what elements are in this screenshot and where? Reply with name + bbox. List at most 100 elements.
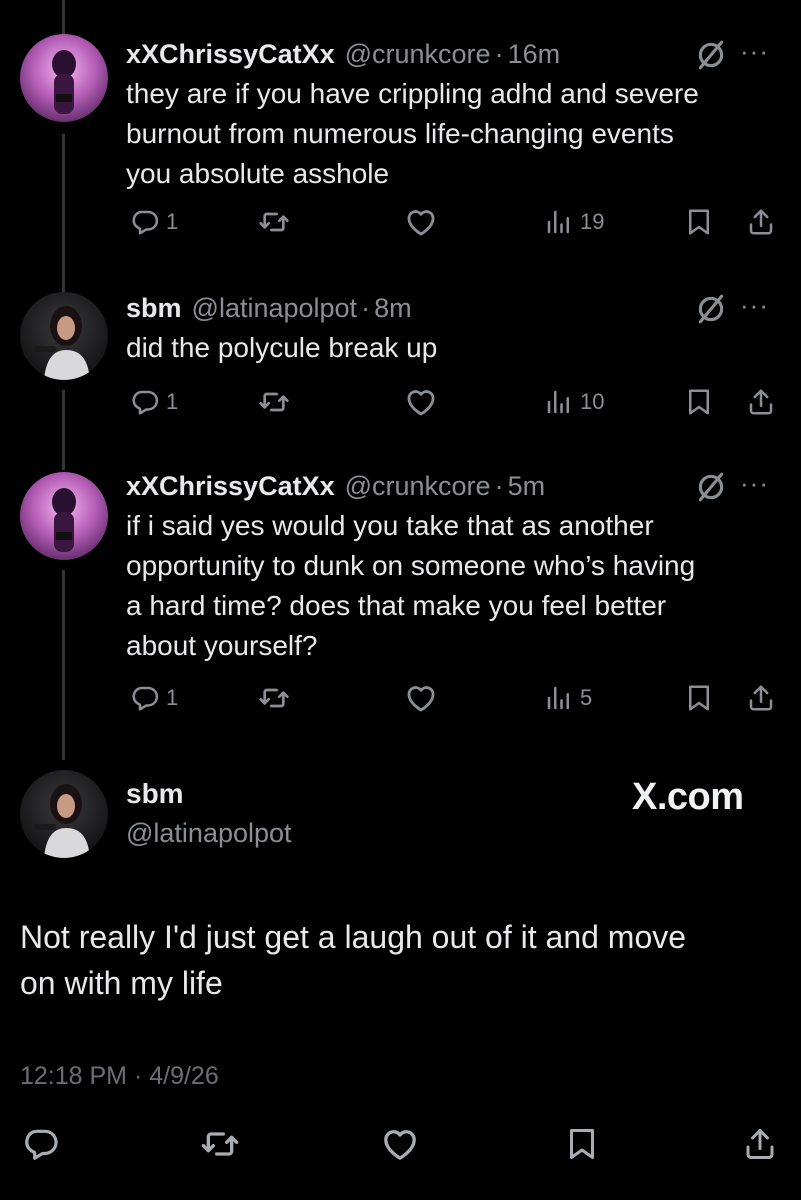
timestamp[interactable]: 16m bbox=[508, 39, 561, 70]
retweet-icon bbox=[259, 212, 289, 232]
thread-line bbox=[62, 0, 65, 34]
like-button[interactable] bbox=[404, 200, 438, 244]
tweet-text: Not really I'd just get a laugh out of i… bbox=[20, 914, 780, 1006]
like-button[interactable] bbox=[404, 676, 438, 720]
retweet-icon bbox=[259, 688, 289, 708]
tweet-text-line: Not really I'd just get a laugh out of i… bbox=[20, 919, 687, 955]
bookmark-icon bbox=[689, 209, 709, 235]
avatar[interactable] bbox=[20, 472, 108, 560]
tweet-text-line: opportunity to dunk on someone who’s hav… bbox=[126, 550, 696, 581]
reply-tweet: sbm @latinapolpot · 8m ··· did the polyc… bbox=[0, 288, 801, 428]
share-button[interactable] bbox=[746, 380, 776, 424]
share-button[interactable] bbox=[746, 676, 776, 720]
user-handle[interactable]: @latinapolpot bbox=[126, 818, 292, 849]
retweet-button[interactable] bbox=[200, 1122, 240, 1166]
display-name[interactable]: xXChrissyCatXx bbox=[126, 471, 335, 502]
share-button[interactable] bbox=[742, 1122, 778, 1166]
tweet-text-line: if i said yes would you take that as ano… bbox=[126, 510, 654, 541]
like-icon bbox=[407, 686, 435, 712]
more-options-icon[interactable]: ··· bbox=[740, 290, 780, 320]
reply-button[interactable]: 1 bbox=[130, 200, 178, 244]
views-button[interactable]: 5 bbox=[544, 676, 592, 720]
retweet-icon bbox=[259, 392, 289, 412]
separator-dot: · bbox=[494, 470, 504, 501]
action-bar bbox=[0, 1122, 801, 1172]
display-name[interactable]: xXChrissyCatXx bbox=[126, 39, 335, 70]
views-button[interactable]: 10 bbox=[544, 380, 604, 424]
avatar[interactable] bbox=[20, 292, 108, 380]
views-icon bbox=[547, 210, 569, 234]
reply-icon bbox=[132, 390, 159, 415]
reply-count: 1 bbox=[166, 685, 179, 710]
reply-button[interactable] bbox=[22, 1122, 60, 1166]
separator-dot: · bbox=[494, 38, 504, 69]
share-icon bbox=[746, 1129, 774, 1159]
tweet-header: xXChrissyCatXx @crunkcore · 16m bbox=[126, 34, 560, 74]
grok-icon[interactable] bbox=[694, 38, 728, 72]
reply-icon bbox=[132, 210, 159, 235]
bookmark-button[interactable] bbox=[684, 200, 714, 244]
action-bar: 1 10 bbox=[0, 380, 801, 424]
tweet-text: they are if you have crippling adhd and … bbox=[126, 74, 776, 194]
tweet-text-line: burnout from numerous life-changing even… bbox=[126, 118, 674, 149]
tweet-text-line: a hard time? does that make you feel bet… bbox=[126, 590, 667, 621]
x-com-watermark: X.com bbox=[632, 776, 744, 818]
bookmark-icon bbox=[689, 685, 709, 711]
like-icon bbox=[407, 210, 435, 236]
tweet-text: if i said yes would you take that as ano… bbox=[126, 506, 776, 666]
avatar[interactable] bbox=[20, 34, 108, 122]
retweet-button[interactable] bbox=[258, 200, 290, 244]
tweet-text-line: they are if you have crippling adhd and … bbox=[126, 78, 699, 109]
tweet-text-line: on with my life bbox=[20, 965, 223, 1001]
bookmark-button[interactable] bbox=[684, 380, 714, 424]
retweet-icon bbox=[201, 1132, 239, 1156]
user-handle[interactable]: @crunkcore bbox=[345, 471, 491, 502]
bookmark-icon bbox=[570, 1129, 594, 1159]
reply-tweet: xXChrissyCatXx @crunkcore · 5m ··· if i … bbox=[0, 466, 801, 726]
tweet-header: sbm @latinapolpot · 8m bbox=[126, 288, 412, 328]
share-icon bbox=[749, 209, 773, 235]
separator-dot: · bbox=[361, 292, 371, 323]
reply-tweet: xXChrissyCatXx @crunkcore · 16m ··· they… bbox=[0, 34, 801, 244]
view-count: 10 bbox=[580, 389, 605, 414]
tweet-text: did the polycule break up bbox=[126, 328, 776, 368]
retweet-button[interactable] bbox=[258, 676, 290, 720]
views-button[interactable]: 19 bbox=[544, 200, 604, 244]
action-bar: 1 5 bbox=[0, 676, 801, 720]
reply-button[interactable]: 1 bbox=[130, 676, 178, 720]
user-handle[interactable]: @crunkcore bbox=[345, 39, 491, 70]
like-icon bbox=[384, 1130, 416, 1160]
reply-count: 1 bbox=[166, 209, 179, 234]
view-count: 5 bbox=[580, 685, 593, 710]
retweet-button[interactable] bbox=[258, 380, 290, 424]
post-timestamp[interactable]: 12:18 PM · 4/9/26 bbox=[20, 1062, 219, 1091]
reply-icon bbox=[132, 686, 159, 711]
view-count: 19 bbox=[580, 209, 605, 234]
reply-count: 1 bbox=[166, 389, 179, 414]
timestamp[interactable]: 8m bbox=[374, 293, 412, 324]
timestamp[interactable]: 5m bbox=[508, 471, 546, 502]
bookmark-icon bbox=[689, 389, 709, 415]
display-name[interactable]: sbm bbox=[126, 293, 182, 324]
display-name[interactable]: sbm bbox=[126, 778, 184, 810]
like-button[interactable] bbox=[380, 1122, 420, 1166]
more-options-icon[interactable]: ··· bbox=[740, 468, 780, 498]
tweet-header: xXChrissyCatXx @crunkcore · 5m bbox=[126, 466, 545, 506]
share-icon bbox=[749, 685, 773, 711]
bookmark-button[interactable] bbox=[564, 1122, 600, 1166]
views-icon bbox=[547, 686, 569, 710]
more-options-icon[interactable]: ··· bbox=[740, 36, 780, 66]
share-button[interactable] bbox=[746, 200, 776, 244]
bookmark-button[interactable] bbox=[684, 676, 714, 720]
like-button[interactable] bbox=[404, 380, 438, 424]
grok-icon[interactable] bbox=[694, 470, 728, 504]
user-handle[interactable]: @latinapolpot bbox=[192, 293, 358, 324]
action-bar: 1 19 bbox=[0, 200, 801, 244]
avatar[interactable] bbox=[20, 770, 108, 858]
reply-button[interactable]: 1 bbox=[130, 380, 178, 424]
views-icon bbox=[547, 390, 569, 414]
tweet-text-line: did the polycule break up bbox=[126, 332, 438, 363]
grok-icon[interactable] bbox=[694, 292, 728, 326]
tweet-text-line: you absolute asshole bbox=[126, 158, 390, 189]
reply-icon bbox=[25, 1129, 58, 1160]
